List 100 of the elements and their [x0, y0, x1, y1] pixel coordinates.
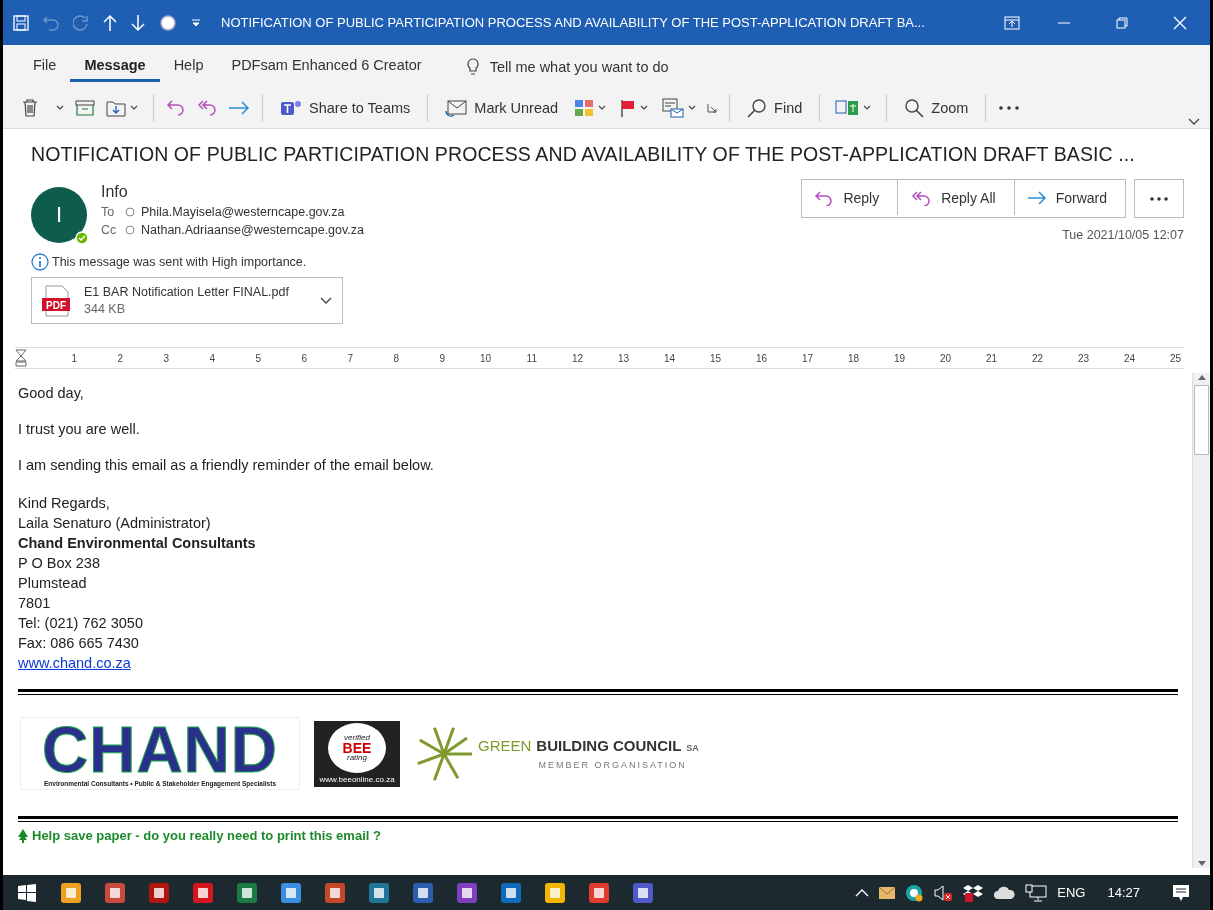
- share-to-teams-button[interactable]: Share to Teams: [275, 94, 416, 122]
- more-options-icon[interactable]: [998, 105, 1021, 111]
- app-icon[interactable]: [544, 881, 566, 904]
- signature-line: Fax: 086 665 7430: [18, 635, 139, 651]
- app-icon[interactable]: [368, 881, 390, 904]
- ruler-number: 24: [1122, 352, 1135, 364]
- menu-tab[interactable]: Help: [159, 51, 218, 82]
- scroll-up-icon[interactable]: [1196, 373, 1207, 381]
- speaker-muted-icon[interactable]: [933, 883, 954, 902]
- to-label: To: [101, 205, 116, 219]
- caret-icon[interactable]: [863, 105, 872, 111]
- signature-line: Laila Senaturo (Administrator): [18, 515, 211, 531]
- app-icon[interactable]: [324, 881, 346, 904]
- flag-icon[interactable]: [620, 99, 637, 117]
- move-folder-icon[interactable]: [106, 99, 126, 117]
- app-icon[interactable]: [588, 881, 610, 904]
- ruler-number: 10: [478, 352, 491, 364]
- search-icon: [747, 98, 768, 118]
- network-icon[interactable]: [1025, 883, 1048, 902]
- cloud-icon[interactable]: [993, 885, 1016, 900]
- sender-avatar: I: [31, 187, 87, 243]
- body-paragraph: I trust you are well.: [18, 421, 141, 437]
- ruler-number: 14: [662, 352, 675, 364]
- ruler-number: 15: [708, 352, 721, 364]
- dropbox-icon[interactable]: [963, 883, 984, 902]
- app-icon[interactable]: [104, 881, 126, 904]
- app-icon[interactable]: [148, 881, 170, 904]
- email-subject: NOTIFICATION OF PUBLIC PARTICIPATION PROCESS AND AVAILABILITY OF THE POST-APPLICATION DRAFT BASIC ...: [31, 143, 1136, 166]
- caret-icon[interactable]: [640, 105, 649, 111]
- more-icon: [1149, 195, 1169, 202]
- notifications-icon[interactable]: [1172, 883, 1190, 902]
- start-icon[interactable]: [17, 882, 37, 903]
- expand-ribbon-icon[interactable]: [1188, 118, 1200, 126]
- scrollbar-thumb[interactable]: [1194, 385, 1209, 455]
- menu-tab[interactable]: PDFsam Enhanced 6 Creator: [217, 51, 436, 82]
- lightbulb-icon[interactable]: [465, 57, 480, 76]
- ruler-number: 18: [846, 352, 859, 364]
- app-icon[interactable]: [500, 881, 522, 904]
- app-icon[interactable]: [632, 881, 654, 904]
- reply-all-icon[interactable]: [910, 189, 933, 206]
- caret-icon[interactable]: [598, 105, 607, 111]
- tell-me-search[interactable]: Tell me what you want to do: [489, 58, 669, 75]
- ruler-number: 22: [1030, 352, 1043, 364]
- magnifier-icon: [904, 98, 925, 118]
- sender-name[interactable]: Info: [101, 183, 364, 201]
- app-icon[interactable]: [192, 881, 214, 904]
- app-icon[interactable]: [456, 881, 478, 904]
- ruler-number: 23: [1076, 352, 1089, 364]
- chevron-up-icon[interactable]: [855, 888, 870, 897]
- down-arrow-icon[interactable]: [131, 13, 145, 32]
- envelope-icon: [445, 99, 468, 117]
- trash-icon[interactable]: [22, 99, 38, 117]
- ruler-number: 7: [346, 352, 353, 364]
- mail-icon[interactable]: [879, 886, 896, 899]
- recipient-email[interactable]: Phila.Mayisela@westerncape.gov.za: [141, 205, 345, 219]
- rules-icon[interactable]: [662, 98, 685, 118]
- save-icon[interactable]: [13, 14, 29, 31]
- language-indicator[interactable]: ENG: [1057, 885, 1086, 900]
- ruler-number: 25: [1168, 352, 1181, 364]
- bee-rating-badge: verified BEE rating www.beeonline.co.za: [314, 720, 400, 787]
- find-button[interactable]: Find: [742, 94, 808, 122]
- website-link[interactable]: www.chand.co.za: [18, 655, 131, 671]
- up-arrow-icon[interactable]: [103, 13, 117, 32]
- mark-unread-button[interactable]: Mark Unread: [440, 95, 564, 121]
- chevron-down-icon[interactable]: [320, 296, 332, 305]
- ruler-number: 12: [570, 352, 583, 364]
- archive-icon[interactable]: [75, 100, 95, 116]
- cc-label: Cc: [101, 223, 118, 237]
- menu-tab[interactable]: File: [19, 51, 71, 82]
- dialog-launcher-icon[interactable]: [707, 103, 718, 113]
- menu-tab[interactable]: Message: [70, 51, 160, 82]
- circle-icon[interactable]: [159, 13, 177, 32]
- ruler-number: 5: [254, 352, 261, 364]
- presence-circle-icon: [125, 225, 135, 235]
- clock[interactable]: 14:27: [1107, 885, 1140, 900]
- cc-email[interactable]: Nathan.Adriaanse@westerncape.gov.za: [141, 223, 364, 237]
- info-icon: [31, 253, 49, 271]
- ruler-number: 13: [616, 352, 629, 364]
- caret-icon[interactable]: [56, 105, 64, 111]
- caret-icon[interactable]: [688, 105, 697, 111]
- attachment-card[interactable]: PDF E1 BAR Notification Letter FINAL.pdf 344 KB: [31, 277, 343, 324]
- ribbon-display-icon[interactable]: [1004, 15, 1020, 30]
- signature-line: P O Box 238: [18, 555, 100, 571]
- scroll-down-icon[interactable]: [1196, 860, 1207, 868]
- app-icon[interactable]: [236, 881, 258, 904]
- customize-icon[interactable]: [191, 18, 201, 27]
- save-paper-note: Help save paper - do you really need to print this email ?: [32, 828, 381, 843]
- app-icon[interactable]: [412, 881, 434, 904]
- forward-arrow-icon[interactable]: [1026, 190, 1047, 205]
- sent-date: Tue 2021/10/05 12:07: [1062, 228, 1184, 242]
- zoom-button[interactable]: Zoom: [899, 94, 974, 122]
- indent-marker-icon[interactable]: [15, 349, 27, 367]
- teams-icon: [280, 98, 302, 118]
- antivirus-icon[interactable]: [905, 883, 924, 902]
- app-icon[interactable]: [280, 881, 302, 904]
- ruler-number: 2: [116, 352, 123, 364]
- app-icon[interactable]: [60, 881, 82, 904]
- reply-icon[interactable]: [814, 189, 835, 206]
- forward-arrow-icon[interactable]: [228, 100, 250, 116]
- caret-icon[interactable]: [130, 105, 138, 111]
